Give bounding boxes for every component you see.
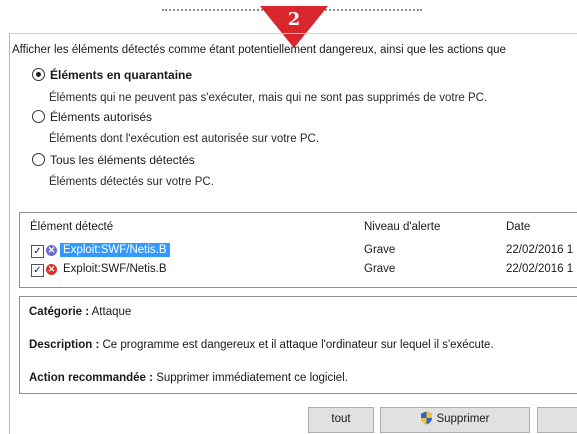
detail-description-value: Ce programme est dangereux et il attaque… (102, 339, 494, 351)
radio-all-detected[interactable]: Tous les éléments détectés (32, 153, 195, 167)
radio-allowed[interactable]: Éléments autorisés (32, 110, 152, 124)
details-pane: Catégorie : Attaque Description : Ce pro… (19, 296, 577, 394)
table-row[interactable]: ✓ ✕ Exploit:SWF/Netis.B Grave 22/02/2016… (20, 262, 577, 279)
detail-action-value: Supprimer immédiatement ce logiciel. (156, 372, 348, 384)
detail-category-value: Attaque (91, 306, 132, 318)
table-row[interactable]: ✓ ✕ Exploit:SWF/Netis.B Grave 22/02/2016… (20, 243, 577, 260)
row-alert-level: Grave (364, 263, 396, 275)
radio-unselected-icon (32, 110, 45, 123)
next-button[interactable] (537, 407, 577, 433)
table-header: Élément détecté Niveau d'alerte Date (20, 213, 577, 235)
row-checkbox[interactable]: ✓ (31, 245, 44, 258)
column-header-item[interactable]: Élément détecté (30, 221, 113, 233)
radio-unselected-icon (32, 153, 45, 166)
step-number: 2 (287, 9, 301, 30)
column-header-date[interactable]: Date (506, 221, 530, 233)
radio-all-detected-description: Éléments détectés sur votre PC. (49, 176, 214, 188)
detected-items-table: Élément détecté Niveau d'alerte Date ✓ ✕… (19, 212, 577, 288)
row-checkbox[interactable]: ✓ (31, 264, 44, 277)
row-item-name: Exploit:SWF/Netis.B (63, 263, 167, 275)
radio-quarantined-label: Éléments en quarantaine (50, 68, 193, 82)
row-date: 22/02/2016 1 (506, 244, 574, 256)
detail-category: Catégorie : Attaque (29, 306, 131, 318)
delete-button-label: Supprimer (436, 413, 490, 425)
radio-all-detected-label: Tous les éléments détectés (50, 153, 195, 167)
radio-allowed-description: Éléments dont l'exécution est autorisée … (49, 133, 320, 145)
admin-shield-icon (421, 411, 433, 425)
detail-category-label: Catégorie : (29, 306, 90, 318)
intro-text: Afficher les éléments détectés comme éta… (12, 44, 506, 56)
threat-icon: ✕ (46, 264, 57, 275)
radio-quarantined-description: Éléments qui ne peuvent pas s'exécuter, … (49, 92, 488, 104)
remove-all-label: tout (331, 413, 351, 425)
delete-button[interactable]: Supprimer (380, 407, 530, 433)
detail-description-label: Description : (29, 339, 100, 351)
column-header-level[interactable]: Niveau d'alerte (364, 221, 440, 233)
detail-action-label: Action recommandée : (29, 372, 153, 384)
row-alert-level: Grave (364, 244, 396, 256)
detail-recommended-action: Action recommandée : Supprimer immédiate… (29, 372, 348, 384)
radio-quarantined[interactable]: Éléments en quarantaine (32, 68, 192, 82)
radio-allowed-label: Éléments autorisés (50, 110, 153, 124)
detail-description: Description : Ce programme est dangereux… (29, 339, 494, 351)
radio-selected-icon (32, 68, 45, 81)
remove-all-button[interactable]: tout (308, 407, 374, 433)
row-date: 22/02/2016 1 (506, 263, 574, 275)
row-item-name: Exploit:SWF/Netis.B (60, 243, 170, 257)
quarantine-icon: ✕ (46, 245, 57, 256)
